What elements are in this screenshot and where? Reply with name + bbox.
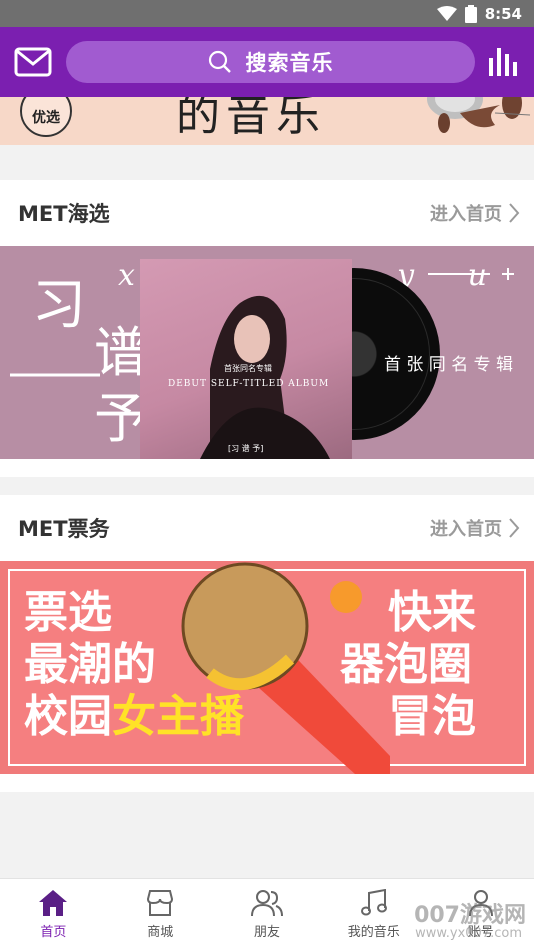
mail-icon [14,47,52,77]
ticket-right-text: 快来 器泡圈 冒泡 [340,587,476,743]
more-label: 进入首页 [430,519,502,540]
watermark-url: www.yx007.com [415,926,522,941]
now-playing-button[interactable] [487,44,521,78]
section-title: MET海选 [18,202,110,226]
chevron-right-icon [509,518,520,538]
nav-label: 我的音乐 [347,924,400,940]
messages-button[interactable] [14,47,52,77]
section-tickets: MET票务 进入首页 票选 最潮的 校园女主播 快来 器泡圈 冒泡 [0,495,534,792]
headphones-illustration [427,97,531,133]
nav-my-music[interactable]: 我的音乐 [320,879,427,949]
album-char-1: 习 [32,273,86,336]
section-header: MET票务 进入首页 [0,495,534,561]
top-banner[interactable]: 优选 的音乐 [0,97,534,145]
search-label: 搜索音乐 [245,51,334,75]
friends-icon [250,889,283,916]
album-banner[interactable]: 习 谱 予 x i p u y u 首张同名专辑 DEBUT SELF-TITL… [0,246,534,459]
nav-home[interactable]: 首页 [0,879,107,949]
section-audition: MET海选 进入首页 习 谱 予 x i p u y u 首张同名专辑 DEBU… [0,180,534,477]
banner-badge: 优选 [20,97,72,137]
more-label: 进入首页 [430,204,502,225]
cover-top-text: 首张同名专辑 [224,364,272,373]
cover-name-text: [习 谱 予] [228,444,264,453]
status-bar: 8:54 [0,0,534,27]
nav-label: 商城 [147,924,174,940]
wifi-icon [436,5,457,21]
search-icon [208,50,231,73]
search-bar[interactable]: 搜索音乐 [66,41,475,83]
nav-label: 首页 [40,924,67,940]
enter-homepage-link[interactable]: 进入首页 [430,515,520,541]
album-cover: 首张同名专辑 DEBUT SELF-TITLED ALBUM [习 谱 予] [140,259,352,459]
singer-photo [200,295,330,459]
chevron-right-icon [509,203,520,223]
equalizer-icon [489,48,517,76]
section-header: MET海选 进入首页 [0,180,534,246]
album-deco-right [428,268,514,280]
section-title: MET票务 [18,517,110,541]
banner-title: 的音乐 [176,97,326,141]
ticket-right-2: 器泡圈 [340,638,472,690]
nav-friends[interactable]: 朋友 [214,879,321,949]
store-icon [147,889,174,916]
ticket-right-3: 冒泡 [388,690,476,742]
battery-icon [464,4,477,23]
nav-store[interactable]: 商城 [107,879,214,949]
ticket-banner[interactable]: 票选 最潮的 校园女主播 快来 器泡圈 冒泡 [0,561,534,774]
ticket-right-1: 快来 [388,587,476,638]
watermark-logo: 007游戏网 [414,903,526,928]
ticket-line-3a: 校园 [24,690,112,742]
nav-label: 朋友 [253,924,280,940]
status-time: 8:54 [484,4,522,23]
music-note-icon [360,888,387,915]
home-icon [39,889,68,916]
album-deco-lines [10,373,100,377]
enter-homepage-link[interactable]: 进入首页 [430,200,520,226]
album-right-text: 首 张 同 名 专 辑 [384,355,514,375]
app-header: 搜索音乐 [0,27,534,97]
cover-sub-text: DEBUT SELF-TITLED ALBUM [168,379,330,389]
